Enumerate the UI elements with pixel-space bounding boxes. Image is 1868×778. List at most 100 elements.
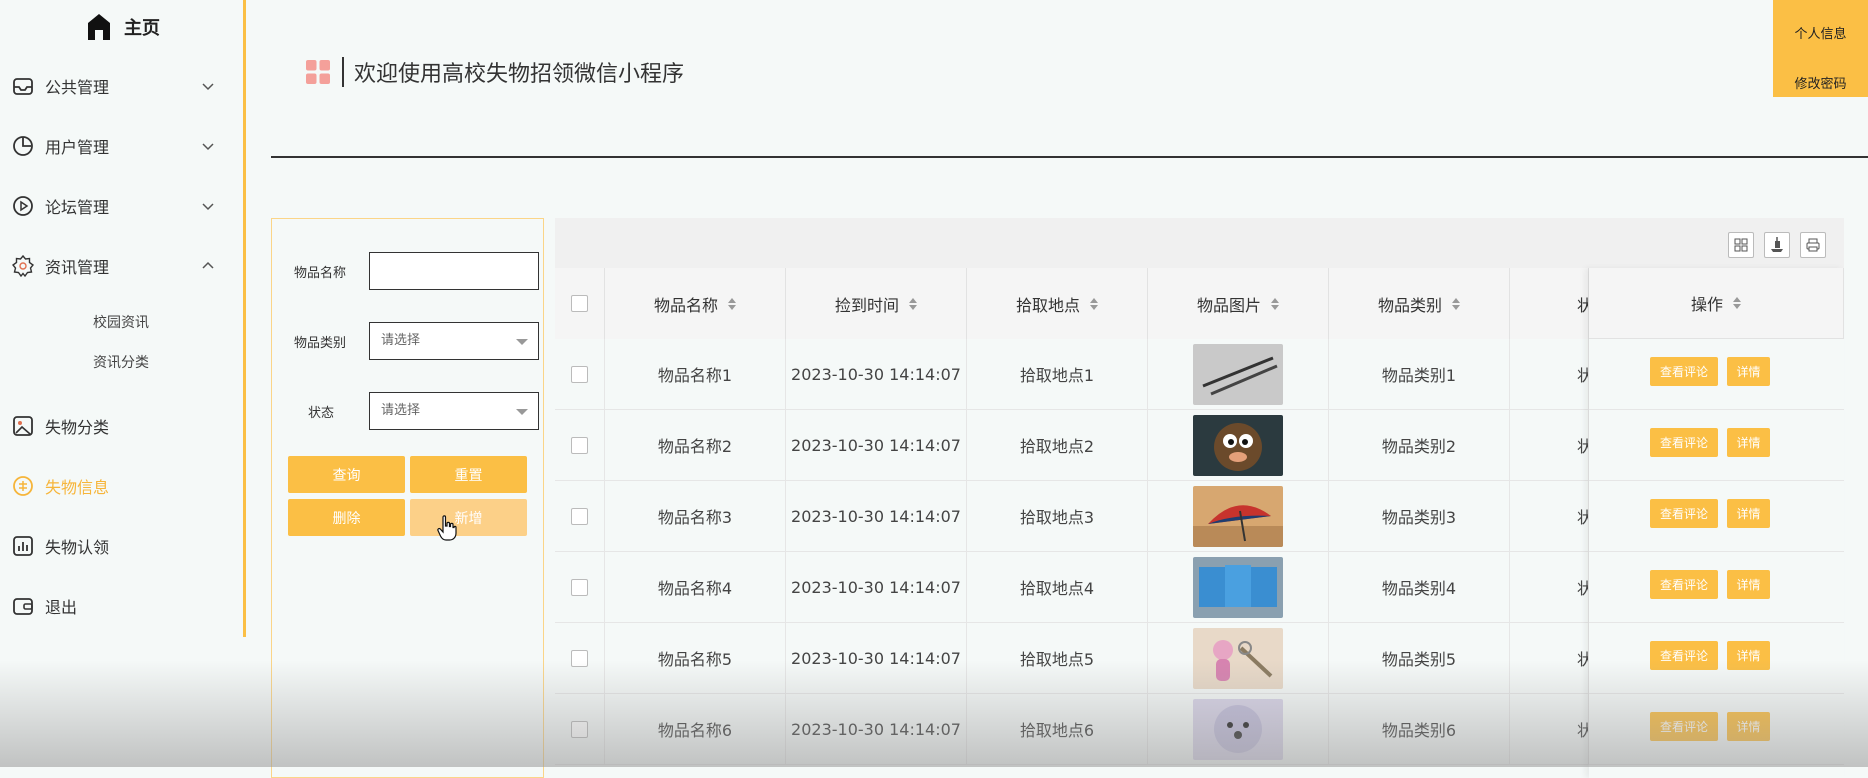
item-photo-books <box>1193 556 1283 618</box>
column-header-time[interactable]: 捡到时间 <box>786 268 967 339</box>
column-place-label: 拾取地点 <box>1015 295 1080 315</box>
row-checkbox[interactable] <box>571 649 588 667</box>
delete-button[interactable]: 删除 <box>288 499 405 536</box>
detail-button[interactable]: 详情 <box>1727 357 1770 386</box>
cell-image <box>1148 339 1329 409</box>
sidebar-home[interactable]: 主页 <box>0 0 246 54</box>
view-comments-button[interactable]: 查看评论 <box>1650 570 1718 599</box>
sidebar-item-logout[interactable]: 退出 <box>0 586 243 626</box>
cell-time: 2023-10-30 14:14:07 <box>786 694 967 764</box>
cell-time: 2023-10-30 14:14:07 <box>786 481 967 551</box>
cell-place: 拾取地点6 <box>967 694 1148 764</box>
chevron-down-icon <box>202 143 214 151</box>
view-comments-button[interactable]: 查看评论 <box>1650 357 1718 386</box>
sidebar-item-users[interactable]: 用户管理 <box>0 126 243 166</box>
sidebar-item-public[interactable]: 公共管理 <box>0 66 243 106</box>
page-header: 欢迎使用高校失物招领微信小程序 <box>306 56 684 88</box>
detail-button[interactable]: 详情 <box>1727 641 1770 670</box>
item-thumbnail[interactable] <box>1193 556 1283 618</box>
view-comments-button[interactable]: 查看评论 <box>1650 641 1718 670</box>
cell-name: 物品名称5 <box>605 623 786 693</box>
view-comments-button[interactable]: 查看评论 <box>1650 499 1718 528</box>
add-button[interactable]: 新增 <box>410 499 527 536</box>
print-button[interactable] <box>1800 232 1826 258</box>
actions-row: 查看评论 详情 <box>1589 694 1844 765</box>
column-header-status[interactable]: 状 <box>1510 268 1589 339</box>
column-header-category[interactable]: 物品类别 <box>1329 268 1510 339</box>
detail-button[interactable]: 详情 <box>1727 712 1770 741</box>
sidebar-item-lost-category[interactable]: 失物分类 <box>0 406 243 446</box>
item-thumbnail[interactable] <box>1193 627 1283 689</box>
view-comments-button[interactable]: 查看评论 <box>1650 428 1718 457</box>
home-label: 主页 <box>124 18 160 39</box>
dropdown-arrow-icon <box>516 409 528 415</box>
name-input[interactable] <box>369 252 539 290</box>
sort-icon <box>1271 297 1279 310</box>
sidebar-item-lost-claim[interactable]: 失物认领 <box>0 526 243 566</box>
row-checkbox[interactable] <box>571 365 588 383</box>
column-actions-label: 操作 <box>1690 295 1723 314</box>
category-label: 物品类别 <box>294 336 347 351</box>
column-time-label: 捡到时间 <box>834 295 899 315</box>
reset-button[interactable]: 重置 <box>410 456 527 493</box>
pie-chart-icon <box>13 136 33 156</box>
sidebar-item-news[interactable]: 资讯管理 <box>0 246 243 286</box>
profile-link[interactable]: 个人信息 <box>1773 23 1868 42</box>
title-divider <box>342 57 344 87</box>
cell-time: 2023-10-30 14:14:07 <box>786 552 967 622</box>
item-thumbnail[interactable] <box>1193 698 1283 760</box>
page-title: 欢迎使用高校失物招领微信小程序 <box>354 62 685 87</box>
sidebar-item-forum[interactable]: 论坛管理 <box>0 186 243 226</box>
row-checkbox[interactable] <box>571 436 588 454</box>
status-select[interactable]: 请选择 <box>369 392 539 430</box>
search-button[interactable]: 查询 <box>288 456 405 493</box>
print-icon <box>1806 238 1820 252</box>
dropdown-arrow-icon <box>516 339 528 345</box>
sidebar-item-lost-info[interactable]: 失物信息 <box>0 466 243 506</box>
sidebar-subitem-campus-news[interactable]: 校园资讯 <box>93 312 149 332</box>
detail-button[interactable]: 详情 <box>1727 428 1770 457</box>
detail-button[interactable]: 详情 <box>1727 570 1770 599</box>
row-checkbox[interactable] <box>571 507 588 525</box>
detail-button[interactable]: 详情 <box>1727 499 1770 528</box>
grid-icon <box>306 60 330 84</box>
sort-icon <box>1452 297 1460 310</box>
cell-place: 拾取地点4 <box>967 552 1148 622</box>
row-checkbox[interactable] <box>571 720 588 738</box>
column-header-place[interactable]: 拾取地点 <box>967 268 1148 339</box>
export-icon <box>1771 237 1783 252</box>
view-comments-button[interactable]: 查看评论 <box>1650 712 1718 741</box>
cell-name: 物品名称1 <box>605 339 786 409</box>
item-thumbnail[interactable] <box>1193 485 1283 547</box>
sidebar-item-label: 公共管理 <box>45 78 110 97</box>
cell-category: 物品类别1 <box>1329 339 1510 409</box>
row-checkbox[interactable] <box>571 578 588 596</box>
sidebar-subitem-news-category[interactable]: 资讯分类 <box>93 352 149 372</box>
cell-image <box>1148 694 1329 764</box>
export-button[interactable] <box>1764 232 1790 258</box>
category-placeholder: 请选择 <box>381 333 421 348</box>
columns-button[interactable] <box>1728 232 1754 258</box>
column-header-actions[interactable]: 操作 <box>1589 268 1844 339</box>
column-category-label: 物品类别 <box>1377 295 1442 315</box>
actions-row: 查看评论 详情 <box>1589 481 1844 552</box>
cell-status: 状 <box>1510 481 1589 551</box>
header-select-cell <box>555 268 605 339</box>
name-label: 物品名称 <box>294 266 347 281</box>
category-select[interactable]: 请选择 <box>369 322 539 360</box>
select-cell <box>555 339 605 409</box>
status-placeholder: 请选择 <box>381 403 421 418</box>
column-header-image[interactable]: 物品图片 <box>1148 268 1329 339</box>
change-password-link[interactable]: 修改密码 <box>1773 73 1868 92</box>
cell-status: 状 <box>1510 694 1589 764</box>
cell-status: 状 <box>1510 339 1589 409</box>
cell-image <box>1148 481 1329 551</box>
column-header-name[interactable]: 物品名称 <box>605 268 786 339</box>
item-thumbnail[interactable] <box>1193 414 1283 476</box>
cell-category: 物品类别3 <box>1329 481 1510 551</box>
select-all-checkbox[interactable] <box>571 295 588 312</box>
item-thumbnail[interactable] <box>1193 343 1283 405</box>
sort-icon <box>1733 297 1741 309</box>
cell-status: 状 <box>1510 552 1589 622</box>
item-photo-plush <box>1193 698 1283 760</box>
